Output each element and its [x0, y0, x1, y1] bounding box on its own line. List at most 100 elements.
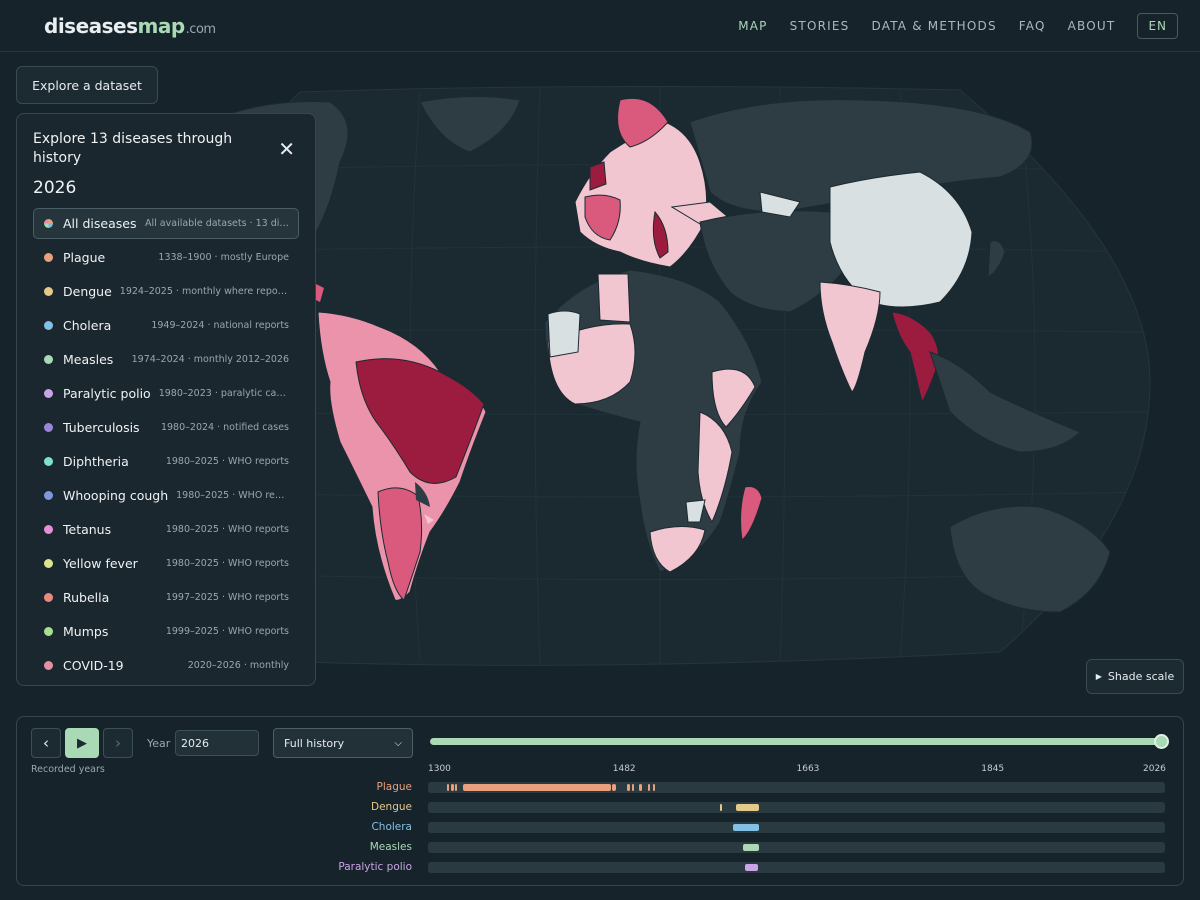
dataset-color-dot: [44, 423, 53, 432]
language-button[interactable]: EN: [1137, 13, 1178, 39]
dataset-color-dot: [44, 559, 53, 568]
timeline-segment: [626, 784, 630, 791]
year-slider-track[interactable]: [430, 738, 1162, 745]
nav-map[interactable]: MAP: [738, 19, 767, 33]
timeline-segment: [451, 784, 455, 791]
top-bar: diseasesmap.com MAP STORIES DATA & METHO…: [0, 0, 1200, 52]
dataset-color-dot: [44, 287, 53, 296]
prev-year-button[interactable]: ‹: [31, 728, 61, 758]
dataset-description: 1338–1900 · mostly Europe: [158, 252, 289, 263]
dataset-color-dot: [44, 457, 53, 466]
dataset-item[interactable]: Paralytic polio 1980–2023 · paralytic cas…: [33, 378, 299, 409]
timeline-segment: [611, 784, 616, 791]
timeline-row-track[interactable]: [428, 782, 1165, 793]
dataset-name: Plague: [63, 250, 106, 265]
dataset-description: 1949–2024 · national reports: [151, 320, 289, 331]
range-select[interactable]: Full history ⌵: [273, 728, 413, 758]
timeline-segment: [732, 824, 759, 831]
dataset-name: Rubella: [63, 590, 110, 605]
timeline-panel: ‹ ▶ › Recorded years Year 2026 Full hist…: [16, 716, 1184, 886]
algeria[interactable]: [597, 273, 631, 323]
timeline-segment: [720, 804, 723, 811]
timeline-row-track[interactable]: [428, 822, 1165, 833]
dataset-color-dot: [44, 389, 53, 398]
timeline-segment: [742, 844, 759, 851]
dataset-name: Paralytic polio: [63, 386, 151, 401]
timeline-tick-label: 1482: [612, 764, 636, 774]
dataset-description: 1924–2025 · monthly where reported: [119, 286, 289, 297]
close-icon[interactable]: ✕: [278, 138, 295, 160]
timeline-row-label: Measles: [369, 841, 412, 853]
timeline-row-label: Dengue: [371, 801, 412, 813]
dataset-name: All diseases: [63, 216, 137, 231]
dataset-item[interactable]: Yellow fever 1980–2025 · WHO reports: [33, 548, 299, 579]
logo-tld: .com: [185, 22, 216, 37]
logo-main: diseases: [44, 14, 138, 38]
dataset-color-dot: [44, 321, 53, 330]
dataset-color-dot: [44, 627, 53, 636]
recorded-years-label: Recorded years: [31, 764, 105, 775]
main-nav: MAP STORIES DATA & METHODS FAQ ABOUT EN: [738, 13, 1178, 39]
dataset-name: Dengue: [63, 284, 112, 299]
dataset-name: Mumps: [63, 624, 109, 639]
site-logo[interactable]: diseasesmap.com: [44, 14, 216, 38]
dataset-item[interactable]: Diphtheria 1980–2025 · WHO reports: [33, 446, 299, 477]
dataset-description: 1980–2024 · notified cases: [160, 422, 289, 433]
shade-scale-button[interactable]: ▶ Shade scale: [1086, 659, 1184, 694]
dataset-description: 1980–2025 · WHO reports: [176, 490, 289, 501]
timeline-segment: [462, 784, 611, 791]
timeline-tick-label: 2026: [1143, 764, 1166, 774]
timeline-row-track[interactable]: [428, 862, 1165, 873]
timeline-segment: [744, 864, 758, 871]
dataset-item[interactable]: Cholera 1949–2024 · national reports: [33, 310, 299, 341]
next-year-button[interactable]: ›: [103, 728, 133, 758]
year-label: Year: [147, 737, 171, 750]
dataset-item[interactable]: All diseases All available datasets · 13 …: [33, 208, 299, 239]
timeline-tick-label: 1300: [428, 764, 451, 774]
dataset-color-dot: [44, 661, 53, 670]
timeline-segment: [455, 784, 458, 791]
western-sahara[interactable]: [547, 310, 581, 358]
dataset-description: 1997–2025 · WHO reports: [165, 592, 289, 603]
dataset-item[interactable]: Mumps 1999–2025 · WHO reports: [33, 616, 299, 647]
dataset-description: 1974–2024 · monthly 2012–2026: [131, 354, 289, 365]
dataset-item[interactable]: Dengue 1924–2025 · monthly where reported: [33, 276, 299, 307]
dataset-color-dot: [44, 593, 53, 602]
dataset-color-dot: [44, 219, 53, 228]
dataset-name: Whooping cough: [63, 488, 169, 503]
nav-data-methods[interactable]: DATA & METHODS: [871, 19, 996, 33]
dataset-description: 2020–2026 · monthly: [187, 660, 289, 671]
nav-about[interactable]: ABOUT: [1068, 19, 1116, 33]
nav-faq[interactable]: FAQ: [1019, 19, 1046, 33]
dataset-item[interactable]: Tetanus 1980–2025 · WHO reports: [33, 514, 299, 545]
play-button[interactable]: ▶: [65, 728, 99, 758]
timeline-row-label: Paralytic polio: [338, 861, 412, 873]
dataset-item[interactable]: Tuberculosis 1980–2024 · notified cases: [33, 412, 299, 443]
year-slider-thumb[interactable]: [1154, 734, 1169, 749]
dataset-name: Diphtheria: [63, 454, 129, 469]
dataset-item[interactable]: Whooping cough 1980–2025 · WHO reports: [33, 480, 299, 511]
play-icon: ▶: [1095, 672, 1102, 681]
timeline-row-label: Cholera: [371, 821, 412, 833]
dataset-name: Tetanus: [63, 522, 112, 537]
year-input[interactable]: 2026: [175, 730, 259, 756]
timeline-row-track[interactable]: [428, 842, 1165, 853]
dataset-item[interactable]: Plague 1338–1900 · mostly Europe: [33, 242, 299, 273]
dataset-item[interactable]: Measles 1974–2024 · monthly 2012–2026: [33, 344, 299, 375]
dataset-description: 1980–2025 · WHO reports: [165, 456, 289, 467]
dataset-color-dot: [44, 253, 53, 262]
dataset-description: 1980–2025 · WHO reports: [165, 558, 289, 569]
timeline-segment: [447, 784, 450, 791]
timeline-segment: [632, 784, 635, 791]
timeline-row-track[interactable]: [428, 802, 1165, 813]
dataset-item[interactable]: COVID-19 2020–2026 · monthly: [33, 650, 299, 681]
dataset-name: Measles: [63, 352, 114, 367]
explore-dataset-button[interactable]: Explore a dataset: [16, 66, 158, 104]
dataset-name: Yellow fever: [63, 556, 138, 571]
panel-year: 2026: [33, 178, 77, 198]
dataset-item[interactable]: Rubella 1997–2025 · WHO reports: [33, 582, 299, 613]
panel-title: Explore 13 diseases through history: [33, 131, 233, 166]
logo-accent: map: [137, 14, 186, 38]
timeline-row-label: Plague: [376, 781, 412, 793]
nav-stories[interactable]: STORIES: [790, 19, 850, 33]
